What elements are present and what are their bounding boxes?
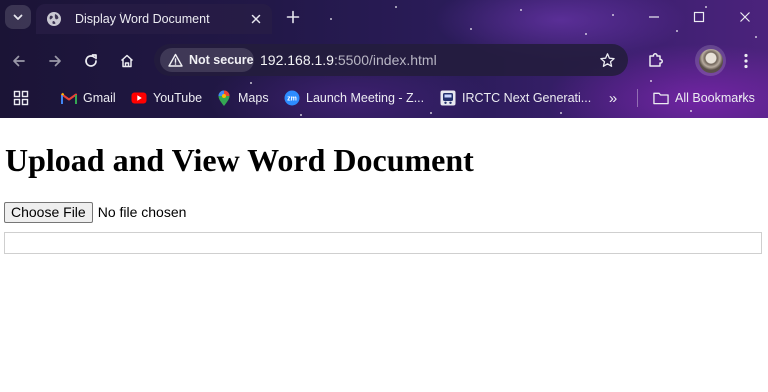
new-tab-button[interactable] — [283, 7, 303, 27]
plus-icon — [286, 10, 300, 24]
tab-title: Display Word Document — [75, 12, 210, 26]
arrow-left-icon — [13, 55, 25, 67]
more-vertical-icon — [744, 53, 748, 69]
file-input[interactable]: Choose File No file chosen — [4, 201, 186, 223]
zoom-icon: zm — [284, 90, 300, 106]
tab-search-button[interactable] — [5, 5, 31, 29]
bookmark-label: Maps — [238, 91, 269, 105]
arrow-right-icon — [49, 55, 61, 67]
web-page: Upload and View Word Document Choose Fil… — [0, 118, 768, 392]
bookmark-star-icon[interactable] — [598, 51, 616, 69]
bookmarks-separator — [637, 89, 638, 107]
folder-icon — [653, 90, 669, 106]
apps-grid-icon — [13, 90, 29, 106]
bookmark-label: YouTube — [153, 91, 203, 105]
document-viewer — [4, 232, 762, 254]
bookmark-youtube[interactable]: YouTube — [131, 86, 202, 110]
bookmarks-overflow-button[interactable]: » — [604, 88, 622, 108]
all-bookmarks-label: All Bookmarks — [675, 91, 755, 105]
home-button[interactable] — [116, 50, 138, 72]
home-icon — [120, 54, 134, 68]
file-status: No file chosen — [97, 204, 187, 220]
bookmark-gmail[interactable]: Gmail — [61, 86, 116, 110]
puzzle-icon — [649, 53, 663, 67]
all-bookmarks-button[interactable]: All Bookmarks — [653, 86, 755, 110]
url-text[interactable]: 192.168.1.9:5500/index.html — [260, 52, 437, 68]
minimize-button[interactable] — [643, 7, 665, 27]
security-chip[interactable]: Not secure — [160, 48, 254, 72]
url-path: :5500/index.html — [333, 52, 437, 68]
bookmark-zoom[interactable]: zm Launch Meeting - Z... — [284, 86, 424, 110]
globe-icon — [46, 11, 62, 27]
close-icon — [740, 12, 750, 22]
maximize-button[interactable] — [688, 7, 710, 27]
bookmark-label: IRCTC Next Generati... — [462, 91, 592, 105]
svg-text:zm: zm — [287, 96, 297, 103]
minimize-icon — [649, 16, 659, 18]
close-window-button[interactable] — [734, 7, 756, 27]
bookmark-label: Gmail — [83, 91, 116, 105]
browser-chrome: Display Word Document Not secure 192.168… — [0, 0, 768, 118]
close-tab-icon[interactable] — [248, 11, 264, 27]
irctc-icon — [440, 90, 456, 106]
tab-active[interactable]: Display Word Document — [36, 4, 272, 34]
security-label: Not secure — [189, 53, 254, 67]
url-host: 192.168.1.9 — [260, 52, 334, 68]
apps-button[interactable] — [11, 88, 31, 108]
bookmark-label: Launch Meeting - Z... — [306, 91, 425, 105]
maps-icon — [216, 90, 232, 106]
bookmark-maps[interactable]: Maps — [216, 86, 269, 110]
youtube-icon — [131, 90, 147, 106]
avatar — [698, 48, 723, 73]
reload-icon — [85, 54, 97, 67]
reload-button[interactable] — [80, 50, 102, 72]
warning-icon — [168, 53, 183, 68]
back-button[interactable] — [8, 50, 30, 72]
choose-file-button[interactable]: Choose File — [4, 201, 93, 223]
browser-menu-button[interactable] — [737, 50, 755, 72]
maximize-icon — [693, 11, 705, 23]
page-title: Upload and View Word Document — [5, 142, 474, 178]
bookmark-irctc[interactable]: IRCTC Next Generati... — [440, 86, 591, 110]
profile-button[interactable] — [695, 45, 726, 76]
address-bar[interactable]: Not secure 192.168.1.9:5500/index.html — [154, 44, 628, 76]
gmail-icon — [61, 90, 77, 106]
extensions-button[interactable] — [645, 49, 667, 71]
chevron-down-icon — [13, 14, 23, 20]
forward-button[interactable] — [44, 50, 66, 72]
